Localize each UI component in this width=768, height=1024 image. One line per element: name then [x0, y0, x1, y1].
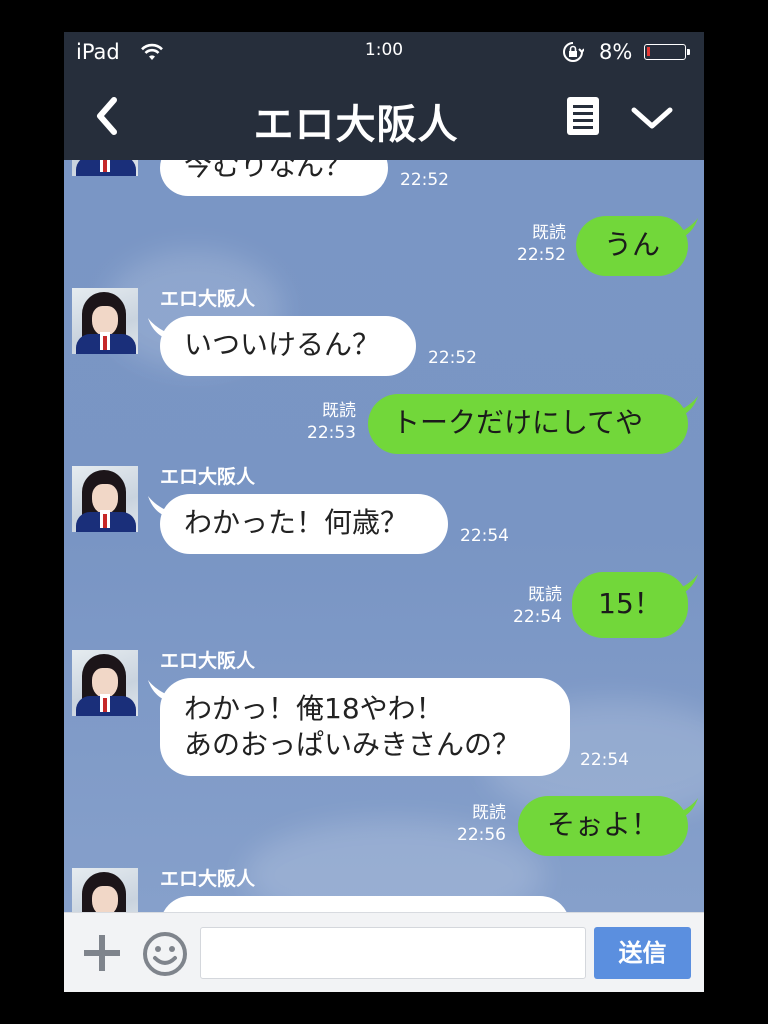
plus-icon[interactable] — [82, 933, 122, 973]
message-time: 22:53 — [307, 423, 356, 443]
status-bar: iPad 1:00 8% — [64, 32, 704, 72]
message-bubble-incoming[interactable] — [160, 896, 570, 912]
message-text: 15！ — [598, 587, 662, 620]
message-time: 22:54 — [580, 750, 629, 770]
sender-avatar[interactable] — [72, 288, 138, 354]
message-bubble-outgoing[interactable]: 15！ — [572, 572, 688, 638]
message-bubble-incoming[interactable]: わかった！何歳？ — [160, 494, 448, 554]
sender-avatar[interactable] — [72, 466, 138, 532]
message-time: 22:52 — [428, 348, 477, 368]
message-text: 今むりなん？ — [184, 160, 353, 182]
message-text-line-1: わかっ！俺18やわ！ — [184, 692, 444, 725]
sender-avatar[interactable] — [72, 160, 138, 176]
read-receipt: 既読 — [472, 803, 506, 823]
sender-name: エロ大阪人 — [160, 466, 256, 488]
sender-avatar[interactable] — [72, 650, 138, 716]
message-bubble-outgoing[interactable]: トークだけにしてや — [368, 394, 688, 454]
message-text: うん — [603, 228, 660, 261]
message-text: そぉよ！ — [546, 808, 659, 841]
message-time: 22:52 — [400, 170, 449, 190]
line-chat-screen: iPad 1:00 8% エロ大阪人 今むりなん？ 22:52 既読 22:52… — [64, 32, 704, 992]
message-bubble-incoming[interactable]: いついけるん？ — [160, 316, 416, 376]
sender-name: エロ大阪人 — [160, 288, 256, 310]
chat-title: エロ大阪人 — [253, 102, 459, 148]
read-receipt: 既読 — [322, 401, 356, 421]
message-bubble-outgoing[interactable]: うん — [576, 216, 688, 276]
sender-avatar[interactable] — [72, 868, 138, 912]
message-time: 22:54 — [460, 526, 509, 546]
message-meta: 既読 22:53 — [284, 400, 356, 444]
message-bubble-incoming[interactable]: 今むりなん？ — [160, 160, 388, 196]
message-text: わかった！何歳？ — [184, 506, 409, 539]
message-bubble-incoming[interactable]: わかっ！俺18やわ！ あのおっぱいみきさんの？ — [160, 678, 570, 776]
message-text-line-2: あのおっぱいみきさんの？ — [184, 728, 521, 761]
message-text: いついけるん？ — [184, 328, 381, 361]
chat-area[interactable]: 今むりなん？ 22:52 既読 22:52 うん エロ大阪人 いついけるん？ 2… — [64, 160, 704, 912]
navigation-bar: エロ大阪人 — [64, 72, 704, 160]
send-button[interactable]: 送信 — [594, 927, 691, 979]
message-text: トークだけにしてや — [392, 406, 644, 439]
orientation-lock-icon — [563, 42, 584, 62]
message-input[interactable] — [200, 927, 586, 979]
emoji-icon[interactable] — [142, 931, 188, 977]
sender-name: エロ大阪人 — [160, 650, 256, 672]
battery-percent: 8% — [599, 40, 633, 64]
message-time: 22:56 — [457, 825, 506, 845]
chevron-down-icon[interactable] — [630, 106, 674, 130]
notes-icon[interactable] — [564, 95, 602, 137]
message-input-bar: 送信 — [64, 912, 704, 992]
message-time: 22:54 — [513, 607, 562, 627]
message-meta: 既読 22:54 — [490, 584, 562, 628]
message-bubble-outgoing[interactable]: そぉよ！ — [518, 796, 688, 856]
sender-name: エロ大阪人 — [160, 868, 256, 890]
read-receipt: 既読 — [532, 223, 566, 243]
battery-icon — [644, 44, 690, 60]
read-receipt: 既読 — [528, 585, 562, 605]
message-meta: 既読 22:56 — [434, 802, 506, 846]
message-time: 22:52 — [517, 245, 566, 265]
message-meta: 既読 22:52 — [494, 222, 566, 266]
battery-level — [647, 47, 650, 56]
